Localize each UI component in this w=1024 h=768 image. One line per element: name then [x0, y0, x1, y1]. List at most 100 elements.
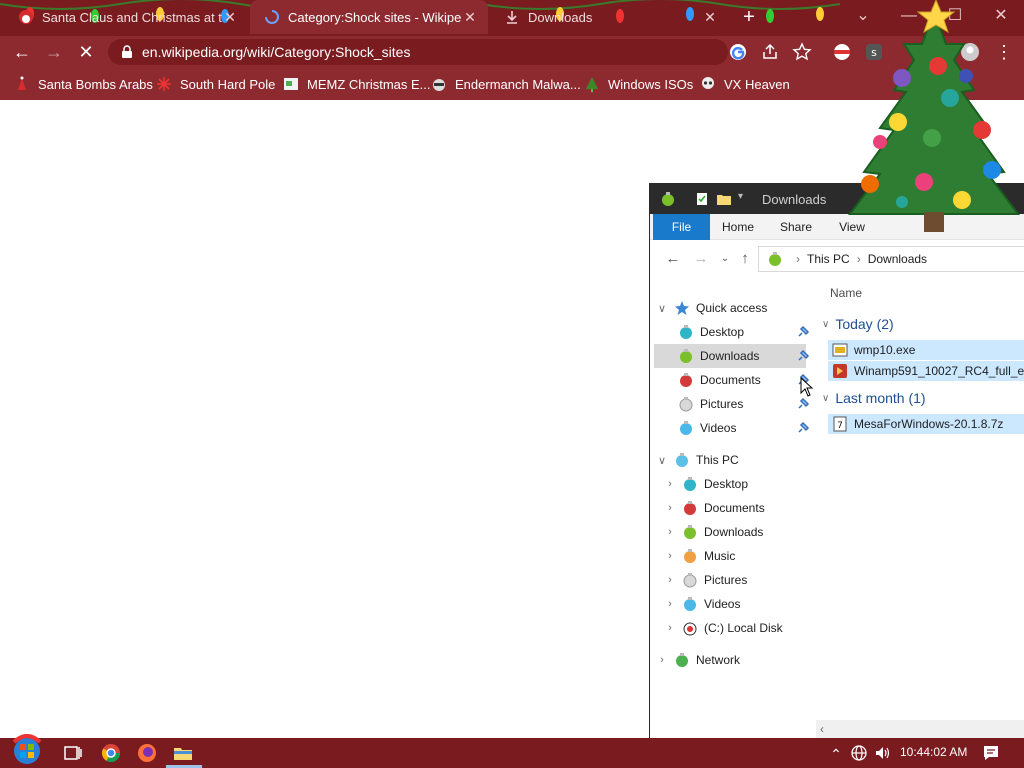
expanded-chevron-icon[interactable]: ∨	[656, 454, 668, 467]
ribbon-tab-share[interactable]: Share	[774, 214, 818, 240]
page-icon	[284, 78, 298, 90]
tab-close-icon[interactable]: ✕	[462, 9, 478, 26]
tab-close-icon[interactable]: ✕	[702, 9, 718, 26]
ribbon-tab-home[interactable]: Home	[716, 214, 760, 240]
collapsed-chevron-icon[interactable]: ›	[664, 502, 676, 514]
bookmark-windows-isos[interactable]: Windows ISOs	[584, 74, 693, 94]
collapsed-chevron-icon[interactable]: ›	[664, 598, 676, 610]
this-pc-ornament-icon	[676, 453, 688, 467]
show-hidden-icons-chevron-icon[interactable]: ⌃	[826, 746, 846, 762]
winamp-installer-icon	[833, 364, 847, 378]
bookmark-vx-heaven[interactable]: VX Heaven	[700, 74, 790, 94]
forward-button[interactable]: →	[42, 40, 66, 64]
expanded-chevron-icon[interactable]: ∨	[656, 302, 668, 315]
web-page-content[interactable]	[0, 100, 649, 738]
back-button[interactable]: ←	[10, 40, 34, 64]
column-header-name[interactable]: Name	[830, 286, 862, 300]
address-bar[interactable]: en.wikipedia.org/wiki/Category:Shock_sit…	[108, 39, 728, 65]
nav-label: Music	[704, 549, 736, 563]
explorer-up-button[interactable]: ↑	[736, 250, 754, 268]
bookmark-memz-christmas[interactable]: MEMZ Christmas E...	[283, 74, 431, 94]
group-header-last-month[interactable]: ∨ Last month (1)	[822, 387, 926, 409]
firefox-taskbar-icon[interactable]	[136, 742, 158, 764]
tab-santa-claus[interactable]: Santa Claus and Christmas at th ✕	[4, 0, 248, 34]
properties-icon[interactable]	[694, 191, 710, 207]
svg-text:7: 7	[837, 421, 843, 431]
file-row-mesa[interactable]: 7 MesaForWindows-20.1.8.7z	[828, 414, 1024, 434]
nav-label: Desktop	[704, 477, 749, 491]
network-globe-icon[interactable]	[850, 744, 868, 762]
scroll-left-arrow-icon[interactable]: ‹	[820, 722, 824, 736]
collapsed-chevron-icon[interactable]: ›	[664, 574, 676, 586]
file-name: MesaForWindows-20.1.8.7z	[854, 417, 1004, 431]
breadcrumb-separator-icon: ›	[856, 252, 861, 266]
action-center-notification-icon[interactable]	[982, 744, 1000, 762]
pin-icon[interactable]	[796, 397, 810, 411]
nav-pc-local-disk[interactable]: › (C:) Local Disk	[664, 616, 783, 640]
collapsed-chevron-icon[interactable]: ›	[664, 526, 676, 538]
stop-loading-button[interactable]: ✕	[74, 40, 98, 64]
nav-label: Downloads	[700, 349, 760, 363]
bookmark-star-icon[interactable]	[792, 42, 812, 62]
new-folder-icon[interactable]	[716, 191, 732, 207]
music-ornament-icon	[684, 549, 696, 563]
task-view-icon[interactable]	[62, 742, 84, 764]
horizontal-scrollbar[interactable]: ‹	[816, 720, 1024, 738]
nav-pc-pictures[interactable]: › Pictures	[664, 568, 747, 592]
nav-pc-music[interactable]: › Music	[664, 544, 735, 568]
bookmark-santa-bombs-arabs[interactable]: Santa Bombs Arabs	[14, 74, 153, 94]
collapsed-chevron-icon[interactable]: ›	[656, 654, 668, 666]
nav-pc-desktop[interactable]: › Desktop	[664, 472, 748, 496]
nav-label: Network	[696, 653, 741, 667]
group-collapse-chevron-icon[interactable]: ∨	[822, 393, 829, 404]
start-button-icon[interactable]	[10, 734, 44, 764]
group-collapse-chevron-icon[interactable]: ∨	[822, 319, 829, 330]
taskbar-clock[interactable]: 10:44:02 AM	[900, 745, 967, 759]
pin-icon[interactable]	[796, 349, 810, 363]
collapsed-chevron-icon[interactable]: ›	[664, 478, 676, 490]
nav-quick-downloads[interactable]: Downloads	[654, 344, 806, 368]
tab-close-icon[interactable]: ✕	[222, 9, 238, 26]
nav-quick-documents[interactable]: Documents	[678, 368, 804, 392]
nav-quick-desktop[interactable]: Desktop	[678, 320, 804, 344]
nav-label: Quick access	[696, 301, 768, 315]
tab-label: Category:Shock sites - Wikipedia	[288, 9, 462, 25]
explorer-address-bar[interactable]: › This PC › Downloads	[758, 246, 1024, 272]
tab-shock-sites-wikipedia[interactable]: Category:Shock sites - Wikipedia ✕	[250, 0, 488, 34]
tab-downloads[interactable]: Downloads ✕	[490, 0, 728, 34]
tree-icon	[586, 77, 598, 92]
nav-quick-videos[interactable]: Videos	[678, 416, 804, 440]
file-row-winamp[interactable]: Winamp591_10027_RC4_full_en-u	[828, 361, 1024, 381]
google-lens-icon[interactable]	[728, 42, 748, 62]
recent-locations-chevron-icon[interactable]: ⌄	[716, 250, 734, 268]
explorer-back-button[interactable]: ←	[664, 250, 682, 268]
share-icon[interactable]	[760, 42, 780, 62]
videos-ornament-icon	[684, 597, 696, 611]
volume-speaker-icon[interactable]	[874, 744, 892, 762]
pin-icon[interactable]	[796, 421, 810, 435]
nav-network[interactable]: › Network	[656, 648, 740, 672]
group-header-today[interactable]: ∨ Today (2)	[822, 313, 894, 335]
bookmark-south-hard-pole[interactable]: South Hard Pole	[156, 74, 275, 94]
chrome-taskbar-icon[interactable]	[100, 742, 122, 764]
file-row-wmp10[interactable]: wmp10.exe	[828, 340, 1024, 360]
nav-this-pc[interactable]: ∨ This PC	[656, 448, 739, 472]
collapsed-chevron-icon[interactable]: ›	[664, 550, 676, 562]
new-tab-button[interactable]: +	[738, 6, 760, 28]
nav-quick-access[interactable]: ∨ Quick access	[656, 296, 767, 320]
tab-label: Santa Claus and Christmas at th	[42, 9, 222, 25]
breadcrumb-this-pc[interactable]: This PC	[807, 252, 850, 266]
nav-quick-pictures[interactable]: Pictures	[678, 392, 804, 416]
explorer-forward-button[interactable]: →	[692, 250, 710, 268]
tab-label: Downloads	[528, 9, 593, 25]
bookmark-endermanch-malware[interactable]: Endermanch Malwa...	[431, 74, 581, 94]
collapsed-chevron-icon[interactable]: ›	[664, 622, 676, 634]
nav-pc-videos[interactable]: › Videos	[664, 592, 740, 616]
file-explorer-taskbar-icon[interactable]	[172, 742, 194, 764]
nav-pc-downloads[interactable]: › Downloads	[664, 520, 763, 544]
customize-toolbar-chevron-icon[interactable]: ▾	[738, 191, 743, 202]
breadcrumb-downloads[interactable]: Downloads	[868, 252, 927, 266]
pin-icon[interactable]	[796, 325, 810, 339]
ribbon-tab-file[interactable]: File	[653, 214, 710, 240]
nav-pc-documents[interactable]: › Documents	[664, 496, 765, 520]
